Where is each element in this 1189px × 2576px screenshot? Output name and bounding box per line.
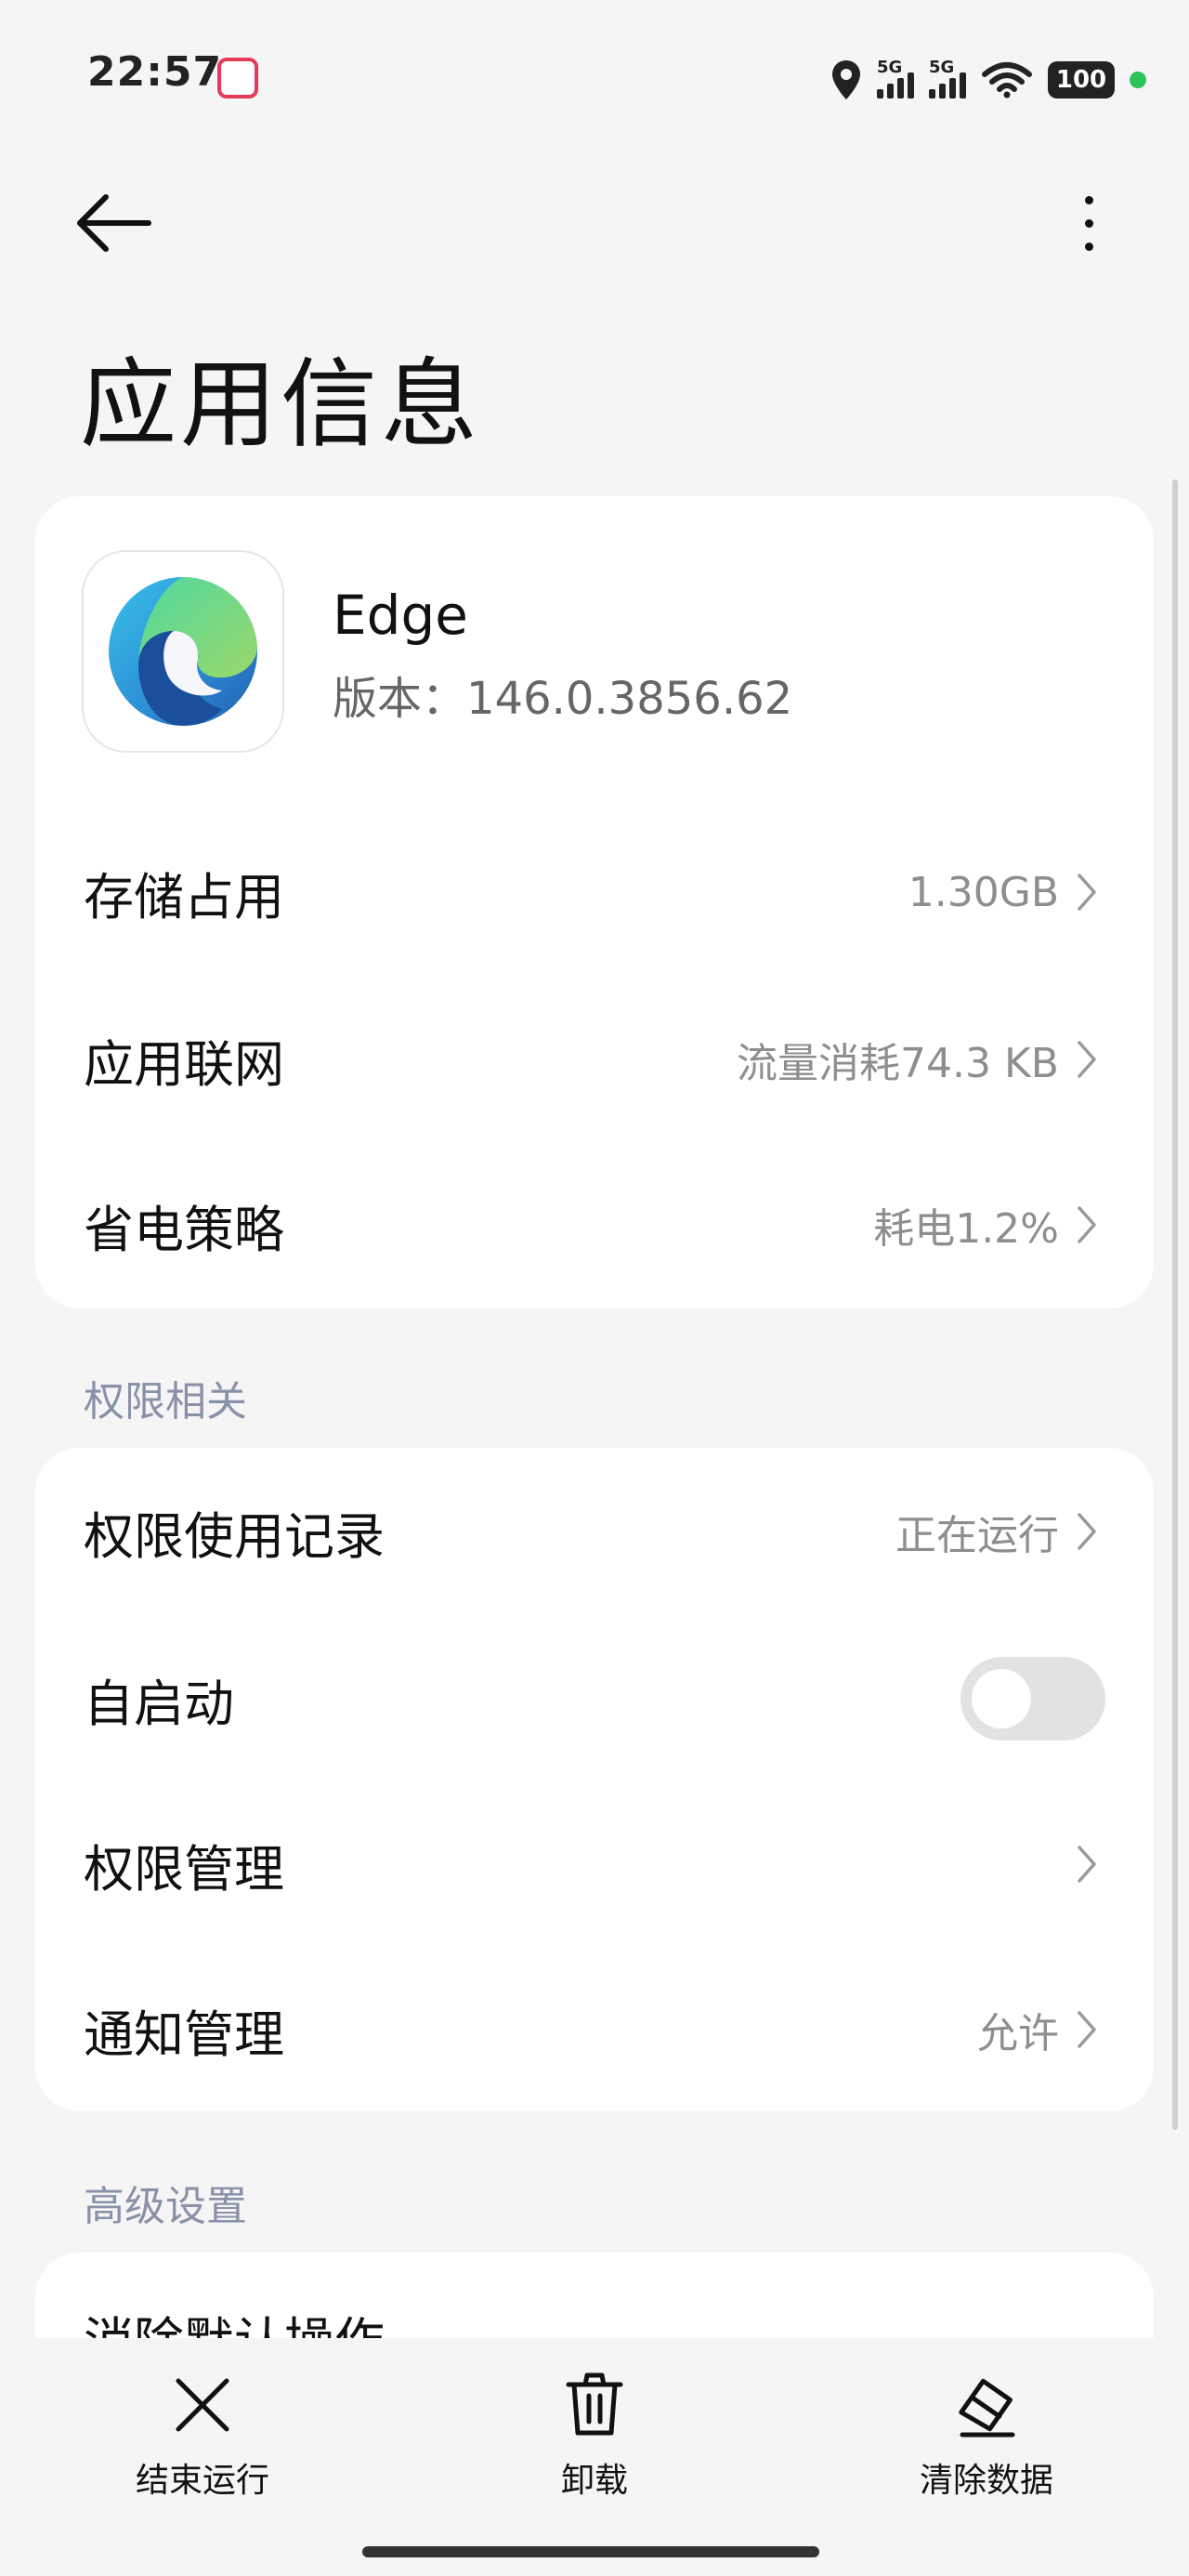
row-permission-history[interactable]: 权限使用记录 正在运行 — [35, 1448, 1154, 1615]
row-label: 省电策略 — [84, 1200, 284, 1259]
status-icons: 5G 5G 100 — [830, 54, 1146, 106]
scrollbar[interactable] — [1172, 480, 1178, 2130]
signal-tag: 5G — [877, 58, 903, 77]
chevron-right-icon — [1076, 2009, 1105, 2050]
row-value: 流量消耗74.3 KB — [737, 1040, 1059, 1087]
more-dot-icon — [1084, 218, 1093, 228]
row-label: 权限管理 — [84, 1839, 284, 1899]
battery-icon: 100 — [1048, 61, 1115, 99]
eraser-icon — [953, 2368, 1020, 2442]
close-icon — [173, 2368, 232, 2442]
chevron-right-icon — [1076, 1204, 1105, 1245]
location-icon — [832, 60, 860, 99]
uninstall-button[interactable]: 卸载 — [474, 2368, 715, 2502]
signal-icon: 5G — [877, 58, 914, 99]
chevron-right-icon — [1076, 872, 1105, 913]
force-stop-label: 结束运行 — [135, 2462, 269, 2500]
trash-icon — [565, 2368, 624, 2442]
page-title: 应用信息 — [80, 348, 482, 461]
status-dot — [1130, 72, 1146, 88]
row-notification-manage[interactable]: 通知管理 允许 — [35, 1946, 1154, 2113]
row-value: 1.30GB — [908, 868, 1059, 916]
row-label: 权限使用记录 — [84, 1506, 385, 1566]
row-autostart: 自启动 — [35, 1615, 1154, 1782]
clear-data-label: 清除数据 — [919, 2462, 1053, 2500]
app-version: 版本：146.0.3856.62 — [333, 673, 793, 725]
status-time: 22:57 — [87, 48, 223, 96]
chevron-right-icon — [1076, 1844, 1105, 1885]
home-indicator[interactable] — [362, 2546, 819, 2557]
force-stop-button[interactable]: 结束运行 — [82, 2368, 323, 2502]
section-title-advanced: 高级设置 — [84, 2183, 247, 2230]
row-value: 耗电1.2% — [873, 1205, 1059, 1253]
row-storage[interactable]: 存储占用 1.30GB — [35, 808, 1154, 976]
row-battery[interactable]: 省电策略 耗电1.2% — [35, 1141, 1154, 1308]
notification-app-icon — [217, 58, 258, 99]
uninstall-label: 卸载 — [560, 2462, 628, 2500]
app-name: Edge — [333, 584, 468, 647]
back-button[interactable] — [74, 186, 158, 260]
more-options-button[interactable] — [1070, 186, 1107, 260]
row-value: 正在运行 — [895, 1512, 1059, 1559]
more-dot-icon — [1084, 195, 1093, 204]
edge-app-icon — [82, 550, 284, 753]
signal-tag: 5G — [929, 58, 955, 77]
toggle-knob — [972, 1669, 1031, 1728]
clear-data-button[interactable]: 清除数据 — [866, 2368, 1107, 2502]
wifi-icon — [982, 62, 1032, 99]
signal-icon: 5G — [929, 58, 966, 99]
autostart-toggle[interactable] — [960, 1657, 1105, 1741]
row-value: 允许 — [977, 2010, 1059, 2057]
chevron-right-icon — [1076, 1039, 1105, 1080]
row-label: 应用联网 — [84, 1034, 284, 1094]
section-title-permissions: 权限相关 — [84, 1378, 247, 1426]
row-label: 通知管理 — [84, 2004, 284, 2064]
back-arrow-icon — [77, 194, 151, 252]
edge-logo-icon — [109, 576, 257, 726]
row-label: 自启动 — [84, 1674, 234, 1733]
row-network[interactable]: 应用联网 流量消耗74.3 KB — [35, 976, 1154, 1143]
chevron-right-icon — [1076, 1511, 1105, 1552]
row-permission-manage[interactable]: 权限管理 — [35, 1781, 1154, 1948]
more-dot-icon — [1084, 242, 1093, 251]
row-label: 存储占用 — [84, 867, 284, 927]
